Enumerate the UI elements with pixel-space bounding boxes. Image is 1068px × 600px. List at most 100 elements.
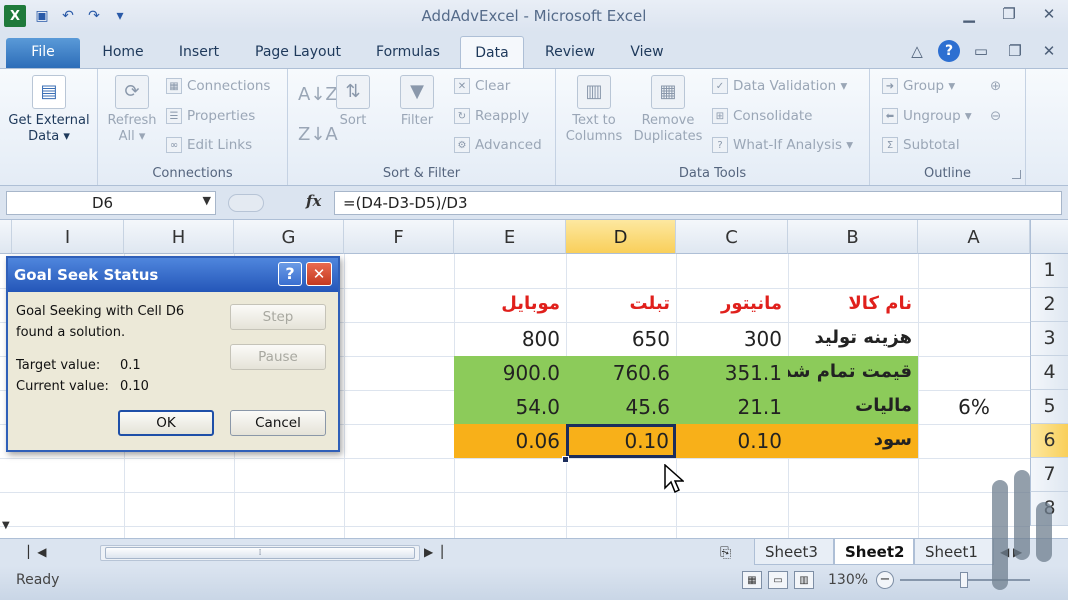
- close-icon[interactable]: ✕: [1036, 4, 1062, 24]
- cell-c4[interactable]: 351.1: [676, 356, 788, 390]
- fill-handle[interactable]: [562, 456, 569, 463]
- cell-b6[interactable]: سود: [788, 424, 918, 458]
- select-all-corner[interactable]: [1030, 220, 1068, 254]
- clear-button[interactable]: ✕ Clear: [454, 75, 510, 97]
- page-break-view-icon[interactable]: ▥: [794, 571, 814, 589]
- ok-button[interactable]: OK: [118, 410, 214, 436]
- cell-d5[interactable]: 45.6: [566, 390, 676, 424]
- split-box-icon[interactable]: [0, 220, 12, 254]
- what-if-analysis-button[interactable]: ? What-If Analysis ▾: [712, 134, 853, 156]
- page-layout-view-icon[interactable]: ▭: [768, 571, 788, 589]
- row-header-6[interactable]: 6: [1030, 424, 1068, 458]
- column-header-f[interactable]: F: [344, 220, 454, 254]
- scroll-right-icon[interactable]: ▶▕: [424, 545, 442, 559]
- refresh-all-button[interactable]: ⟳ Refresh All ▾: [102, 75, 162, 145]
- horizontal-scroll-thumb[interactable]: ⁞: [105, 547, 415, 559]
- subtotal-button[interactable]: Σ Subtotal: [882, 134, 960, 156]
- row-header-2[interactable]: 2: [1030, 288, 1068, 322]
- cell-c6[interactable]: 0.10: [676, 424, 788, 458]
- normal-view-icon[interactable]: ▦: [742, 571, 762, 589]
- tab-review[interactable]: Review: [536, 40, 604, 68]
- cancel-button[interactable]: Cancel: [230, 410, 326, 436]
- minimize-ribbon-icon[interactable]: △: [904, 41, 930, 61]
- tab-data[interactable]: Data: [460, 36, 524, 68]
- column-header-g[interactable]: G: [234, 220, 344, 254]
- sheet-tab-sheet2[interactable]: Sheet2: [834, 539, 914, 565]
- data-validation-button[interactable]: ✓ Data Validation ▾: [712, 75, 847, 97]
- minimize-icon[interactable]: ▁: [956, 4, 982, 24]
- tab-formulas[interactable]: Formulas: [364, 40, 452, 68]
- scroll-left-icon[interactable]: ▏◀: [28, 545, 46, 559]
- hide-detail-icon[interactable]: ⊖: [990, 105, 1001, 127]
- dialog-help-icon[interactable]: ?: [278, 262, 302, 286]
- row-header-3[interactable]: 3: [1030, 322, 1068, 356]
- tab-insert[interactable]: Insert: [166, 40, 232, 68]
- get-external-data-button[interactable]: ▤ Get External Data ▾: [4, 75, 94, 145]
- reapply-button[interactable]: ↻ Reapply: [454, 105, 529, 127]
- formula-cancel-button[interactable]: [228, 194, 264, 212]
- cell-d4[interactable]: 760.6: [566, 356, 676, 390]
- column-header-a[interactable]: A: [918, 220, 1030, 254]
- connections-button[interactable]: ▦ Connections: [166, 75, 270, 97]
- cell-e5[interactable]: 54.0: [454, 390, 566, 424]
- workbook-restore-icon[interactable]: ❐: [1002, 41, 1028, 61]
- cell-e2[interactable]: موبایل: [454, 288, 566, 322]
- pause-button[interactable]: Pause: [230, 344, 326, 370]
- cell-d6-active[interactable]: 0.10: [566, 424, 676, 458]
- scroll-down-icon[interactable]: ▼: [2, 520, 10, 531]
- cell-c3[interactable]: 300: [676, 322, 788, 356]
- show-detail-icon[interactable]: ⊕: [990, 75, 1001, 97]
- cell-c5[interactable]: 21.1: [676, 390, 788, 424]
- filter-button[interactable]: ▼ Filter: [392, 75, 442, 129]
- cell-c2[interactable]: مانیتور: [676, 288, 788, 322]
- column-header-b[interactable]: B: [788, 220, 918, 254]
- horizontal-scrollbar[interactable]: ⁞: [100, 545, 420, 561]
- workbook-close-icon[interactable]: ✕: [1036, 41, 1062, 61]
- cell-b2[interactable]: نام کالا: [788, 288, 918, 322]
- text-to-columns-button[interactable]: ▥ Text to Columns: [562, 75, 626, 145]
- tab-page-layout[interactable]: Page Layout: [246, 40, 350, 68]
- restore-icon[interactable]: ❐: [996, 4, 1022, 24]
- dialog-close-icon[interactable]: ✕: [306, 262, 332, 286]
- column-header-e[interactable]: E: [454, 220, 566, 254]
- row-header-1[interactable]: 1: [1030, 254, 1068, 288]
- workbook-minimize-icon[interactable]: ▭: [968, 41, 994, 61]
- step-button[interactable]: Step: [230, 304, 326, 330]
- cell-e4[interactable]: 900.0: [454, 356, 566, 390]
- formula-input[interactable]: =(D4-D3-D5)/D3: [334, 191, 1062, 215]
- help-icon[interactable]: ?: [938, 40, 960, 62]
- cell-a5[interactable]: 6%: [918, 390, 1030, 424]
- row-header-5[interactable]: 5: [1030, 390, 1068, 424]
- tab-file[interactable]: File: [6, 38, 80, 68]
- cell-e3[interactable]: 800: [454, 322, 566, 356]
- cell-b5[interactable]: مالیات: [788, 390, 918, 424]
- name-box-dropdown-icon[interactable]: ▼: [203, 194, 211, 207]
- name-box[interactable]: D6 ▼: [6, 191, 216, 215]
- insert-function-icon[interactable]: fx: [306, 192, 321, 210]
- cell-b3[interactable]: هزینه تولید: [788, 322, 918, 356]
- group-button[interactable]: ➜ Group ▾: [882, 75, 955, 97]
- insert-worksheet-icon[interactable]: ⎘: [720, 545, 731, 561]
- column-header-i[interactable]: I: [12, 220, 124, 254]
- zoom-slider-thumb[interactable]: [960, 572, 968, 588]
- remove-duplicates-button[interactable]: ▦ Remove Duplicates: [630, 75, 706, 145]
- cell-d2[interactable]: تبلت: [566, 288, 676, 322]
- zoom-level[interactable]: 130%: [828, 572, 868, 588]
- advanced-button[interactable]: ⚙ Advanced: [454, 134, 542, 156]
- column-header-d[interactable]: D: [566, 220, 676, 254]
- edit-links-button[interactable]: ∞ Edit Links: [166, 134, 252, 156]
- zoom-out-icon[interactable]: −: [876, 571, 894, 589]
- row-header-4[interactable]: 4: [1030, 356, 1068, 390]
- column-header-h[interactable]: H: [124, 220, 234, 254]
- cell-b4[interactable]: قیمت تمام شده: [788, 356, 918, 390]
- tab-view[interactable]: View: [618, 40, 676, 68]
- sheet-tab-sheet3[interactable]: Sheet3: [754, 539, 834, 565]
- consolidate-button[interactable]: ⊞ Consolidate: [712, 105, 812, 127]
- outline-dialog-launcher-icon[interactable]: [1012, 170, 1021, 179]
- ungroup-button[interactable]: ⬅ Ungroup ▾: [882, 105, 972, 127]
- column-header-c[interactable]: C: [676, 220, 788, 254]
- sort-button[interactable]: ⇅ Sort: [328, 75, 378, 129]
- cell-e6[interactable]: 0.06: [454, 424, 566, 458]
- properties-button[interactable]: ☰ Properties: [166, 105, 255, 127]
- tab-home[interactable]: Home: [94, 40, 152, 68]
